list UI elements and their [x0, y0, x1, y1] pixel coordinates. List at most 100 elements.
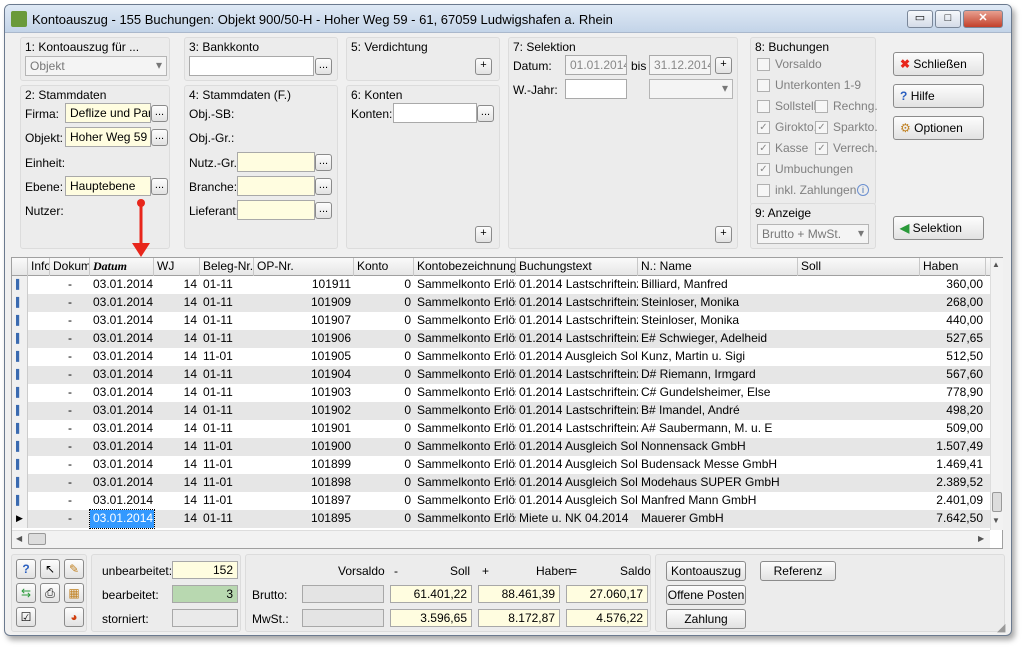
cell-dokumente[interactable]: - — [50, 348, 90, 366]
cell-datum[interactable]: 03.01.2014 — [90, 456, 154, 474]
cell-kontobezeichnung[interactable]: Sammelkonto Erlöse — [414, 312, 516, 330]
cell-datum[interactable]: 03.01.2014 — [90, 276, 154, 294]
scroll-right-icon[interactable]: ▶ — [978, 534, 984, 543]
anzeige-select[interactable]: Brutto + MwSt. — [757, 224, 869, 244]
cell-buchungstext[interactable]: 01.2014 Lastschrifteinzug — [516, 366, 638, 384]
row-selector[interactable]: ▌ — [12, 276, 28, 294]
column-header-name[interactable]: N.: Name — [638, 258, 798, 276]
row-selector[interactable]: ▌ — [12, 420, 28, 438]
cell-konto[interactable]: 0 — [354, 312, 414, 330]
cell-buchungstext[interactable]: 01.2014 Ausgleich Sollst. — [516, 348, 638, 366]
sollstell-checkbox[interactable] — [757, 100, 770, 113]
cell-dokumente[interactable]: - — [50, 366, 90, 384]
table-row[interactable]: ▌ -03.01.2014 14 01-11 101903 0 Sammelkonto Er… — [12, 384, 990, 402]
cell-name[interactable]: Budensack Messe GmbH — [638, 456, 798, 474]
branche-lookup-button[interactable]: ... — [315, 178, 332, 195]
konten-field[interactable] — [393, 103, 477, 123]
cell-wj[interactable]: 14 — [154, 294, 200, 312]
cell-wj[interactable]: 14 — [154, 474, 200, 492]
close-window-button[interactable]: ✕ — [963, 10, 1003, 28]
cell-name[interactable]: Kunz, Martin u. Sigi — [638, 348, 798, 366]
cell-dokumente[interactable]: - — [50, 438, 90, 456]
cell-buchungstext[interactable]: 01.2014 Lastschrifteinzug — [516, 294, 638, 312]
umbuchungen-checkbox[interactable]: ✓ — [757, 163, 770, 176]
row-selector[interactable]: ▌ — [12, 474, 28, 492]
cell-name[interactable]: E# Schwieger, Adelheid — [638, 330, 798, 348]
resize-grip-icon[interactable]: ◢ — [997, 621, 1005, 634]
referenz-button[interactable]: Referenz — [760, 561, 836, 581]
cell-haben[interactable]: 512,50 — [920, 348, 986, 366]
cell-info[interactable] — [28, 492, 50, 510]
cell-buchungstext[interactable]: 01.2014 Lastschrifteinzug — [516, 402, 638, 420]
table-row[interactable]: ▌ -03.01.2014 14 11-01 101899 0 Sammelkonto Er… — [12, 456, 990, 474]
cell-wj[interactable]: 14 — [154, 492, 200, 510]
cell-datum[interactable]: 03.01.2014 — [90, 492, 154, 510]
cell-haben[interactable]: 2.401,09 — [920, 492, 986, 510]
wjahr-field[interactable] — [565, 79, 627, 99]
cell-buchungstext[interactable]: 01.2014 Lastschrifteinzug — [516, 384, 638, 402]
bankkonto-field[interactable] — [189, 56, 314, 76]
cell-wj[interactable]: 14 — [154, 276, 200, 294]
cell-name[interactable]: Steinloser, Monika — [638, 294, 798, 312]
cell-dokumente[interactable]: - — [50, 276, 90, 294]
maximize-button[interactable]: □ — [935, 10, 961, 28]
firma-lookup-button[interactable]: ... — [151, 105, 168, 122]
cell-haben[interactable]: 527,65 — [920, 330, 986, 348]
kontoauszug-fuer-select[interactable]: Objekt — [25, 56, 167, 76]
cell-info[interactable] — [28, 276, 50, 294]
cell-dokumente[interactable]: - — [50, 492, 90, 510]
cell-op-nr[interactable]: 101901 — [254, 420, 354, 438]
cursor-icon[interactable]: ↖ — [40, 559, 60, 579]
cell-haben[interactable]: 567,60 — [920, 366, 986, 384]
selektion-button[interactable]: ◀ Selektion — [893, 216, 984, 240]
cell-haben[interactable]: 360,00 — [920, 276, 986, 294]
cell-soll[interactable] — [798, 312, 920, 330]
cell-buchungstext[interactable]: 01.2014 Ausgleich Sollst. — [516, 474, 638, 492]
row-selector[interactable]: ▌ — [12, 366, 28, 384]
table-row[interactable]: ▌ -03.01.2014 14 01-11 101901 0 Sammelkonto Er… — [12, 420, 990, 438]
cell-soll[interactable] — [798, 474, 920, 492]
cell-datum[interactable]: 03.01.2014 — [90, 330, 154, 348]
horizontal-scrollbar[interactable]: ◀ ▶ — [12, 530, 990, 548]
vertical-scrollbar[interactable]: ▲ ▼ — [990, 258, 1003, 530]
branche-field[interactable] — [237, 176, 315, 196]
verrech-checkbox[interactable]: ✓ — [815, 142, 828, 155]
column-header-info[interactable]: Info — [28, 258, 50, 276]
table-row[interactable]: ▌ -03.01.2014 14 01-11 101902 0 Sammelkonto Er… — [12, 402, 990, 420]
cell-beleg-nr[interactable]: 01-11 — [200, 330, 254, 348]
cell-kontobezeichnung[interactable]: Sammelkonto Erlöse — [414, 420, 516, 438]
cell-info[interactable] — [28, 294, 50, 312]
cell-konto[interactable]: 0 — [354, 276, 414, 294]
bankkonto-lookup-button[interactable]: ... — [315, 58, 332, 75]
cell-datum[interactable]: 03.01.2014 — [90, 312, 154, 330]
column-header-kontobezeichnung[interactable]: Kontobezeichnung — [414, 258, 516, 276]
cell-soll[interactable] — [798, 402, 920, 420]
cell-beleg-nr[interactable]: 01-11 — [200, 420, 254, 438]
cell-beleg-nr[interactable]: 11-01 — [200, 456, 254, 474]
cell-info[interactable] — [28, 348, 50, 366]
cell-info[interactable] — [28, 330, 50, 348]
cell-haben[interactable]: 268,00 — [920, 294, 986, 312]
cell-haben[interactable]: 778,90 — [920, 384, 986, 402]
cell-wj[interactable]: 14 — [154, 438, 200, 456]
cell-op-nr[interactable]: 101897 — [254, 492, 354, 510]
cell-kontobezeichnung[interactable]: Sammelkonto Erlöse — [414, 438, 516, 456]
row-selector[interactable]: ▶ — [12, 510, 28, 528]
table-row[interactable]: ▌ -03.01.2014 14 01-11 101906 0 Sammelkonto Er… — [12, 330, 990, 348]
cell-haben[interactable]: 1.469,41 — [920, 456, 986, 474]
cell-soll[interactable] — [798, 348, 920, 366]
cell-dokumente[interactable]: - — [50, 456, 90, 474]
cell-haben[interactable]: 498,20 — [920, 402, 986, 420]
table-row[interactable]: ▶ -03.01.2014 14 01-11 101895 0 Sammelkonto Er… — [12, 509, 990, 529]
row-selector[interactable]: ▌ — [12, 294, 28, 312]
cell-beleg-nr[interactable]: 11-01 — [200, 492, 254, 510]
cell-op-nr[interactable]: 101905 — [254, 348, 354, 366]
cell-op-nr[interactable]: 101895 — [254, 510, 354, 528]
verdichtung-add-button[interactable]: + — [475, 58, 492, 75]
cell-haben[interactable]: 7.642,50 — [920, 510, 986, 528]
cell-buchungstext[interactable]: 01.2014 Ausgleich Sollst. — [516, 456, 638, 474]
cell-op-nr[interactable]: 101909 — [254, 294, 354, 312]
cell-op-nr[interactable]: 101900 — [254, 438, 354, 456]
cell-datum[interactable]: 03.01.2014 — [89, 509, 155, 529]
cell-buchungstext[interactable]: 01.2014 Ausgleich Sollst. — [516, 438, 638, 456]
